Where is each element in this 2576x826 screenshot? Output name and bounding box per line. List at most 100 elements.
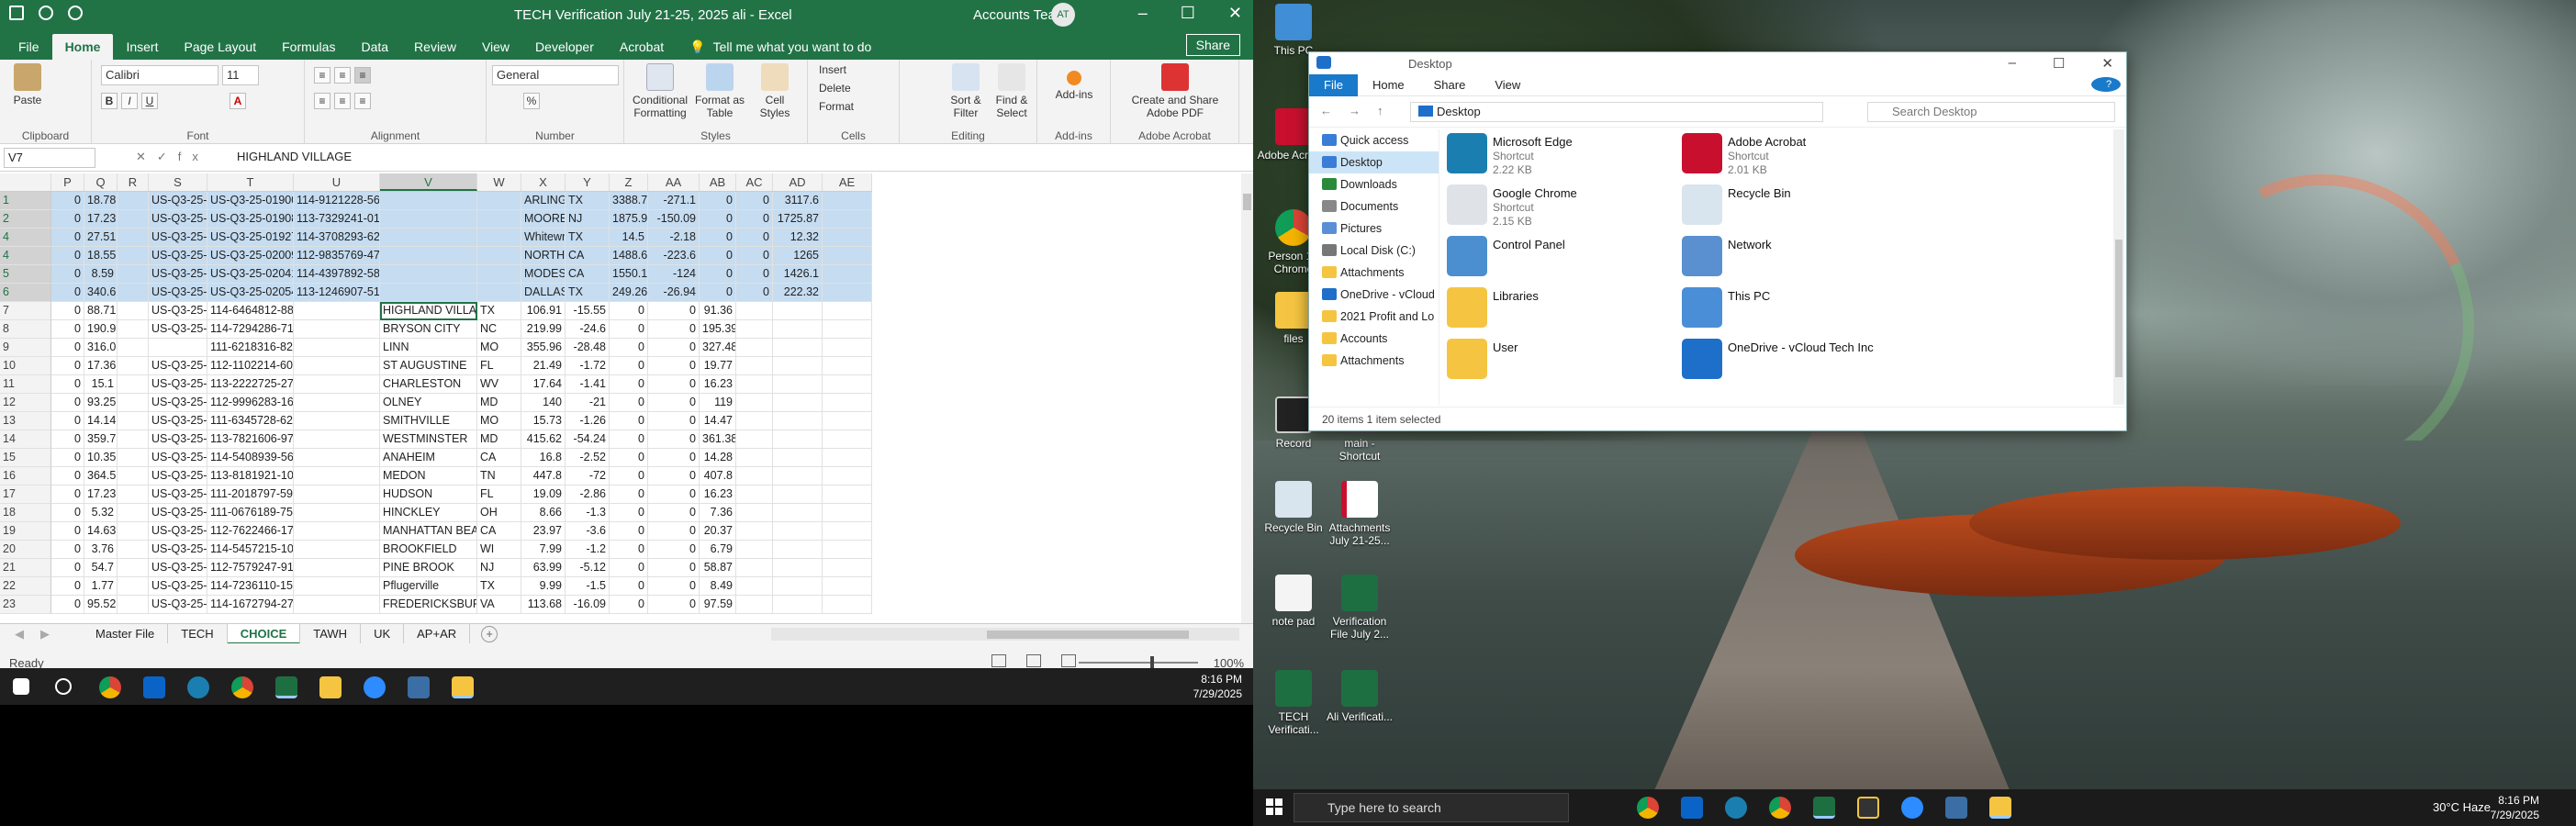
cell[interactable]: 114-6464812-8853046 [207, 302, 294, 320]
cell[interactable]: 111-6218316-8235423 [207, 339, 294, 357]
cell[interactable] [773, 486, 823, 504]
cell[interactable]: 0 [648, 596, 700, 614]
cell[interactable] [294, 412, 380, 430]
explorer-tab-share[interactable]: Share [1419, 74, 1481, 96]
row-header[interactable]: 12 [0, 394, 51, 412]
nav-item[interactable]: Downloads [1309, 173, 1439, 195]
cell[interactable] [823, 467, 872, 486]
cell[interactable]: 0 [648, 302, 700, 320]
file-explorer-icon[interactable] [319, 676, 342, 698]
horizontal-scrollbar[interactable] [771, 628, 1239, 641]
cell[interactable]: US-Q3-25-01860-I [149, 265, 207, 284]
zoom-slider[interactable] [1079, 656, 1198, 669]
row-header[interactable]: 9 [0, 339, 51, 357]
cell[interactable]: 327.48 [700, 339, 736, 357]
cell[interactable]: 14.63 [84, 522, 118, 541]
cell[interactable]: US-Q3-25-01872-I [149, 430, 207, 449]
cell[interactable]: US-Q3-25-01827-I [149, 210, 207, 229]
cell[interactable]: 113-8181921-1080240 [207, 467, 294, 486]
cell[interactable]: 0 [648, 522, 700, 541]
cell[interactable]: 3388.7 [610, 192, 648, 210]
cell[interactable] [118, 504, 149, 522]
close-icon[interactable]: ✕ [1228, 4, 1242, 23]
cell[interactable] [118, 596, 149, 614]
bold-button[interactable]: B [101, 93, 118, 109]
cell[interactable] [118, 210, 149, 229]
cell[interactable]: -72 [566, 467, 610, 486]
cell[interactable]: 316.06 [84, 339, 118, 357]
cell[interactable] [823, 559, 872, 577]
cell[interactable] [118, 467, 149, 486]
nav-item[interactable]: Attachments [1309, 350, 1439, 372]
cell[interactable]: 15.73 [521, 412, 566, 430]
cell[interactable]: 407.8 [700, 467, 736, 486]
zoom-app-icon[interactable] [364, 676, 386, 698]
cell[interactable] [736, 541, 773, 559]
cell[interactable] [823, 449, 872, 467]
percent-button[interactable]: % [523, 93, 540, 109]
cell[interactable]: -2.18 [648, 229, 700, 247]
cell[interactable]: 0 [51, 229, 84, 247]
cell[interactable]: 0 [610, 357, 648, 375]
cell[interactable] [118, 302, 149, 320]
cell[interactable]: 0 [610, 430, 648, 449]
cell[interactable]: 0 [736, 210, 773, 229]
cell[interactable] [773, 522, 823, 541]
h-scroll-thumb[interactable] [987, 631, 1189, 639]
cell[interactable] [118, 339, 149, 357]
tab-view[interactable]: View [469, 34, 522, 60]
column-header[interactable]: Y [566, 173, 610, 191]
desktop-icon-note-pad[interactable]: note pad [1257, 575, 1330, 628]
nav-item[interactable]: 2021 Profit and Lo [1309, 306, 1439, 328]
cell[interactable]: US-Q3-25-01873-I [149, 449, 207, 467]
cell[interactable] [118, 412, 149, 430]
cell[interactable]: -2.86 [566, 486, 610, 504]
cell[interactable] [118, 430, 149, 449]
start-icon[interactable] [13, 678, 29, 695]
cell[interactable]: 112-7622466-1740211 [207, 522, 294, 541]
tab-data[interactable]: Data [348, 34, 401, 60]
cell[interactable]: SMITHVILLE [380, 412, 477, 430]
file-item[interactable]: User [1447, 335, 1676, 383]
explorer-scrollbar[interactable] [2113, 129, 2124, 405]
cell[interactable] [118, 320, 149, 339]
cell[interactable]: US-Q3-25-01830-I [149, 229, 207, 247]
cell[interactable] [773, 467, 823, 486]
cell[interactable]: 0 [51, 559, 84, 577]
cell[interactable]: 0 [700, 210, 736, 229]
cell[interactable]: 0 [51, 339, 84, 357]
cell[interactable]: -54.24 [566, 430, 610, 449]
cell[interactable]: 0 [51, 210, 84, 229]
nav-item[interactable]: Quick access [1309, 129, 1439, 151]
cell[interactable]: BRYSON CITY [380, 320, 477, 339]
align-right-icon[interactable]: ≡ [354, 93, 371, 109]
cell[interactable]: 0 [648, 357, 700, 375]
row-header[interactable]: 17 [0, 486, 51, 504]
cell[interactable]: 0 [648, 394, 700, 412]
desktop-icon-tech-verification[interactable]: TECH Verificati... [1257, 670, 1330, 736]
cell[interactable]: 0 [610, 559, 648, 577]
cell[interactable] [736, 596, 773, 614]
cell[interactable]: OH [477, 504, 521, 522]
cell[interactable]: US-Q3-25-01861-I [149, 284, 207, 302]
cell[interactable]: 23.97 [521, 522, 566, 541]
cell[interactable] [823, 541, 872, 559]
calculator-icon[interactable] [1945, 797, 1967, 819]
cell[interactable]: 113-1246907-5193042 [294, 284, 380, 302]
minimize-icon[interactable]: – [1138, 4, 1148, 23]
cell[interactable] [736, 577, 773, 596]
cell[interactable]: 54.7 [84, 559, 118, 577]
cell[interactable] [118, 449, 149, 467]
cell[interactable]: 0 [648, 577, 700, 596]
help-icon[interactable]: ? [2091, 77, 2121, 92]
cell[interactable]: -223.6 [648, 247, 700, 265]
cell[interactable]: 1550.1 [610, 265, 648, 284]
add-sheet-button[interactable]: + [481, 625, 498, 642]
cell[interactable]: 114-5408939-5669003 [207, 449, 294, 467]
cell[interactable]: 0 [736, 265, 773, 284]
sheet-tab-master-file[interactable]: Master File [83, 623, 169, 644]
sheet-nav-icon[interactable]: ◀▶ [0, 627, 83, 642]
file-item[interactable]: Recycle Bin [1682, 181, 1911, 229]
cell[interactable]: 0 [648, 449, 700, 467]
cell[interactable]: 113-7329241-0151423 [294, 210, 380, 229]
